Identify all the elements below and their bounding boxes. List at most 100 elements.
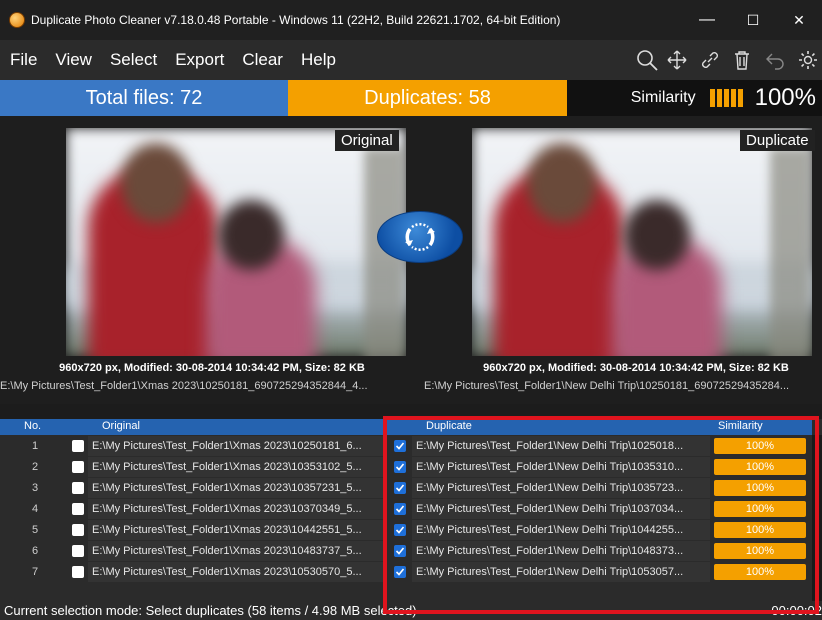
- similarity-badge: 100%: [714, 459, 806, 475]
- original-info: 960x720 px, Modified: 30-08-2014 10:34:4…: [59, 362, 365, 374]
- elapsed-time: 00:00:02: [771, 603, 822, 618]
- original-path-cell: E:\My Pictures\Test_Folder1\Xmas 2023\10…: [88, 499, 384, 519]
- total-files-stat: Total files: 72: [0, 80, 288, 116]
- similarity-badge: 100%: [714, 543, 806, 559]
- original-checkbox[interactable]: [72, 503, 84, 515]
- row-number: 4: [31, 503, 39, 515]
- minimize-button[interactable]: —: [684, 0, 730, 40]
- close-button[interactable]: ✕: [776, 0, 822, 40]
- table-scrollbar[interactable]: [812, 435, 822, 601]
- swap-icon: [405, 223, 435, 251]
- row-number: 7: [31, 566, 39, 578]
- duplicate-checkbox[interactable]: [394, 440, 406, 452]
- selection-status: Current selection mode: Select duplicate…: [4, 603, 417, 618]
- original-path-cell: E:\My Pictures\Test_Folder1\Xmas 2023\10…: [88, 436, 384, 456]
- duplicate-path: E:\My Pictures\Test_Folder1\New Delhi Tr…: [424, 380, 790, 392]
- original-path-cell: E:\My Pictures\Test_Folder1\Xmas 2023\10…: [88, 457, 384, 477]
- duplicate-info: 960x720 px, Modified: 30-08-2014 10:34:4…: [483, 362, 789, 374]
- similarity-stat: Similarity 100%: [567, 80, 822, 116]
- similarity-meter: [709, 89, 743, 107]
- similarity-badge: 100%: [714, 501, 806, 517]
- trash-icon[interactable]: [729, 47, 755, 73]
- header-original[interactable]: Original: [102, 420, 140, 432]
- move-icon[interactable]: [664, 47, 690, 73]
- header-no[interactable]: No.: [24, 420, 41, 432]
- similarity-cell: 100%: [712, 478, 808, 498]
- similarity-cell: 100%: [712, 562, 808, 582]
- duplicate-checkbox[interactable]: [394, 545, 406, 557]
- row-number: 2: [31, 461, 39, 473]
- similarity-badge: 100%: [714, 480, 806, 496]
- menu-select[interactable]: Select: [110, 50, 157, 70]
- similarity-cell: 100%: [712, 541, 808, 561]
- duplicate-path-cell: E:\My Pictures\Test_Folder1\New Delhi Tr…: [412, 541, 710, 561]
- duplicate-path-cell: E:\My Pictures\Test_Folder1\New Delhi Tr…: [412, 499, 710, 519]
- undo-icon[interactable]: [762, 47, 788, 73]
- table-header: No. Original Duplicate Similarity: [0, 419, 812, 435]
- similarity-cell: 100%: [712, 436, 808, 456]
- original-path-cell: E:\My Pictures\Test_Folder1\Xmas 2023\10…: [88, 520, 384, 540]
- gear-icon[interactable]: [795, 47, 821, 73]
- original-path-cell: E:\My Pictures\Test_Folder1\Xmas 2023\10…: [88, 478, 384, 498]
- menu-file[interactable]: File: [10, 50, 37, 70]
- original-checkbox[interactable]: [72, 440, 84, 452]
- menu-help[interactable]: Help: [301, 50, 336, 70]
- table-row[interactable]: 5 E:\My Pictures\Test_Folder1\Xmas 2023\…: [0, 520, 812, 541]
- results-table: No. Original Duplicate Similarity 1 E:\M…: [0, 419, 822, 601]
- duplicate-path-cell: E:\My Pictures\Test_Folder1\New Delhi Tr…: [412, 436, 710, 456]
- search-icon[interactable]: [634, 47, 660, 73]
- title-bar: Duplicate Photo Cleaner v7.18.0.48 Porta…: [0, 0, 822, 40]
- swap-button[interactable]: [377, 211, 463, 263]
- original-path: E:\My Pictures\Test_Folder1\Xmas 2023\10…: [0, 380, 368, 392]
- original-path-cell: E:\My Pictures\Test_Folder1\Xmas 2023\10…: [88, 562, 384, 582]
- row-number: 1: [31, 440, 39, 452]
- original-checkbox[interactable]: [72, 482, 84, 494]
- duplicate-checkbox[interactable]: [394, 461, 406, 473]
- row-number: 6: [31, 545, 39, 557]
- table-row[interactable]: 3 E:\My Pictures\Test_Folder1\Xmas 2023\…: [0, 478, 812, 499]
- original-checkbox[interactable]: [72, 461, 84, 473]
- original-checkbox[interactable]: [72, 566, 84, 578]
- table-row[interactable]: 2 E:\My Pictures\Test_Folder1\Xmas 2023\…: [0, 457, 812, 478]
- original-tag: Original: [335, 130, 399, 151]
- original-photo[interactable]: [66, 128, 406, 356]
- header-similarity[interactable]: Similarity: [718, 420, 763, 432]
- duplicates-stat: Duplicates: 58: [288, 80, 567, 116]
- duplicate-path-cell: E:\My Pictures\Test_Folder1\New Delhi Tr…: [412, 562, 710, 582]
- original-checkbox[interactable]: [72, 524, 84, 536]
- duplicate-photo[interactable]: [472, 128, 812, 356]
- duplicate-checkbox[interactable]: [394, 524, 406, 536]
- duplicate-path-cell: E:\My Pictures\Test_Folder1\New Delhi Tr…: [412, 457, 710, 477]
- app-logo-icon: [9, 12, 25, 28]
- similarity-cell: 100%: [712, 520, 808, 540]
- row-number: 5: [31, 524, 39, 536]
- similarity-badge: 100%: [714, 564, 806, 580]
- menu-view[interactable]: View: [55, 50, 92, 70]
- table-row[interactable]: 1 E:\My Pictures\Test_Folder1\Xmas 2023\…: [0, 436, 812, 457]
- similarity-label: Similarity: [630, 89, 696, 106]
- duplicate-checkbox[interactable]: [394, 503, 406, 515]
- duplicate-checkbox[interactable]: [394, 482, 406, 494]
- window-title: Duplicate Photo Cleaner v7.18.0.48 Porta…: [31, 13, 561, 27]
- original-checkbox[interactable]: [72, 545, 84, 557]
- maximize-button[interactable]: ☐: [730, 0, 776, 40]
- similarity-value: 100%: [754, 84, 816, 111]
- menu-clear[interactable]: Clear: [242, 50, 283, 70]
- status-bar: Current selection mode: Select duplicate…: [0, 601, 822, 620]
- duplicate-path-cell: E:\My Pictures\Test_Folder1\New Delhi Tr…: [412, 520, 710, 540]
- similarity-badge: 100%: [714, 522, 806, 538]
- menu-export[interactable]: Export: [175, 50, 224, 70]
- link-icon[interactable]: [697, 47, 723, 73]
- stats-bar: Total files: 72 Duplicates: 58 Similarit…: [0, 80, 822, 116]
- header-duplicate[interactable]: Duplicate: [426, 420, 472, 432]
- preview-pane: Original Duplicate 960x720 px, Modified:…: [0, 116, 822, 404]
- table-row[interactable]: 7 E:\My Pictures\Test_Folder1\Xmas 2023\…: [0, 562, 812, 583]
- original-path-cell: E:\My Pictures\Test_Folder1\Xmas 2023\10…: [88, 541, 384, 561]
- table-row[interactable]: 6 E:\My Pictures\Test_Folder1\Xmas 2023\…: [0, 541, 812, 562]
- similarity-cell: 100%: [712, 457, 808, 477]
- duplicate-path-cell: E:\My Pictures\Test_Folder1\New Delhi Tr…: [412, 478, 710, 498]
- table-row[interactable]: 4 E:\My Pictures\Test_Folder1\Xmas 2023\…: [0, 499, 812, 520]
- duplicate-checkbox[interactable]: [394, 566, 406, 578]
- similarity-badge: 100%: [714, 438, 806, 454]
- duplicate-tag: Duplicate: [740, 130, 815, 151]
